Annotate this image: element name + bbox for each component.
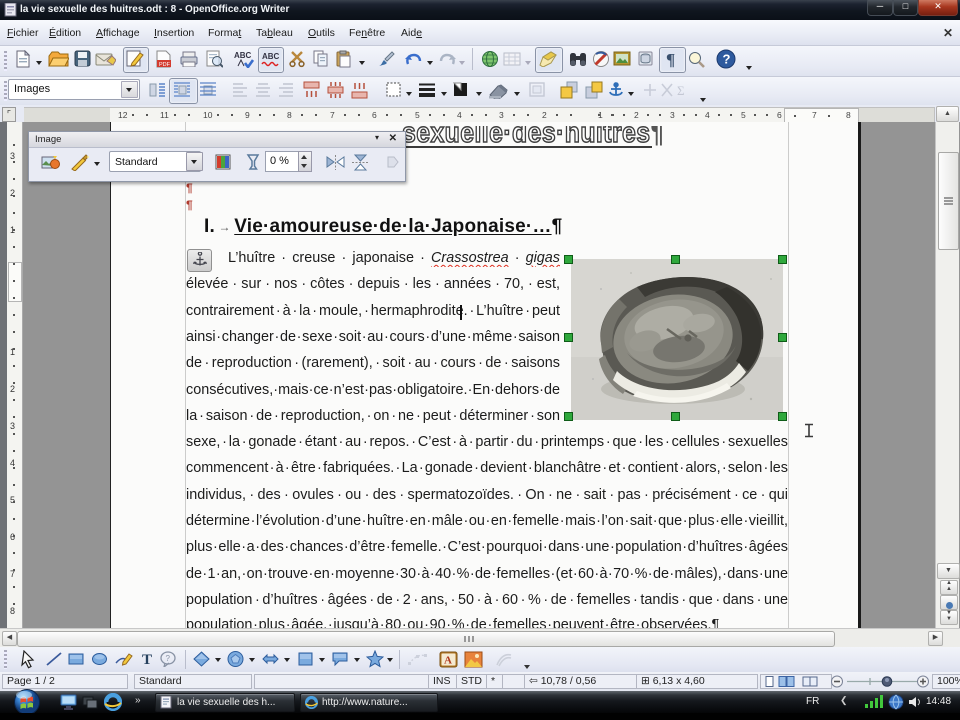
svg-text:ABC: ABC xyxy=(234,51,252,60)
svg-text:¶: ¶ xyxy=(666,50,675,68)
svg-text:ABC: ABC xyxy=(262,52,280,61)
svg-text:T: T xyxy=(142,652,152,668)
svg-text:PDF: PDF xyxy=(159,62,171,68)
svg-text:Σ: Σ xyxy=(677,83,685,98)
svg-text:?: ? xyxy=(166,654,171,663)
svg-text:A: A xyxy=(444,655,452,667)
svg-text:?: ? xyxy=(723,52,731,67)
